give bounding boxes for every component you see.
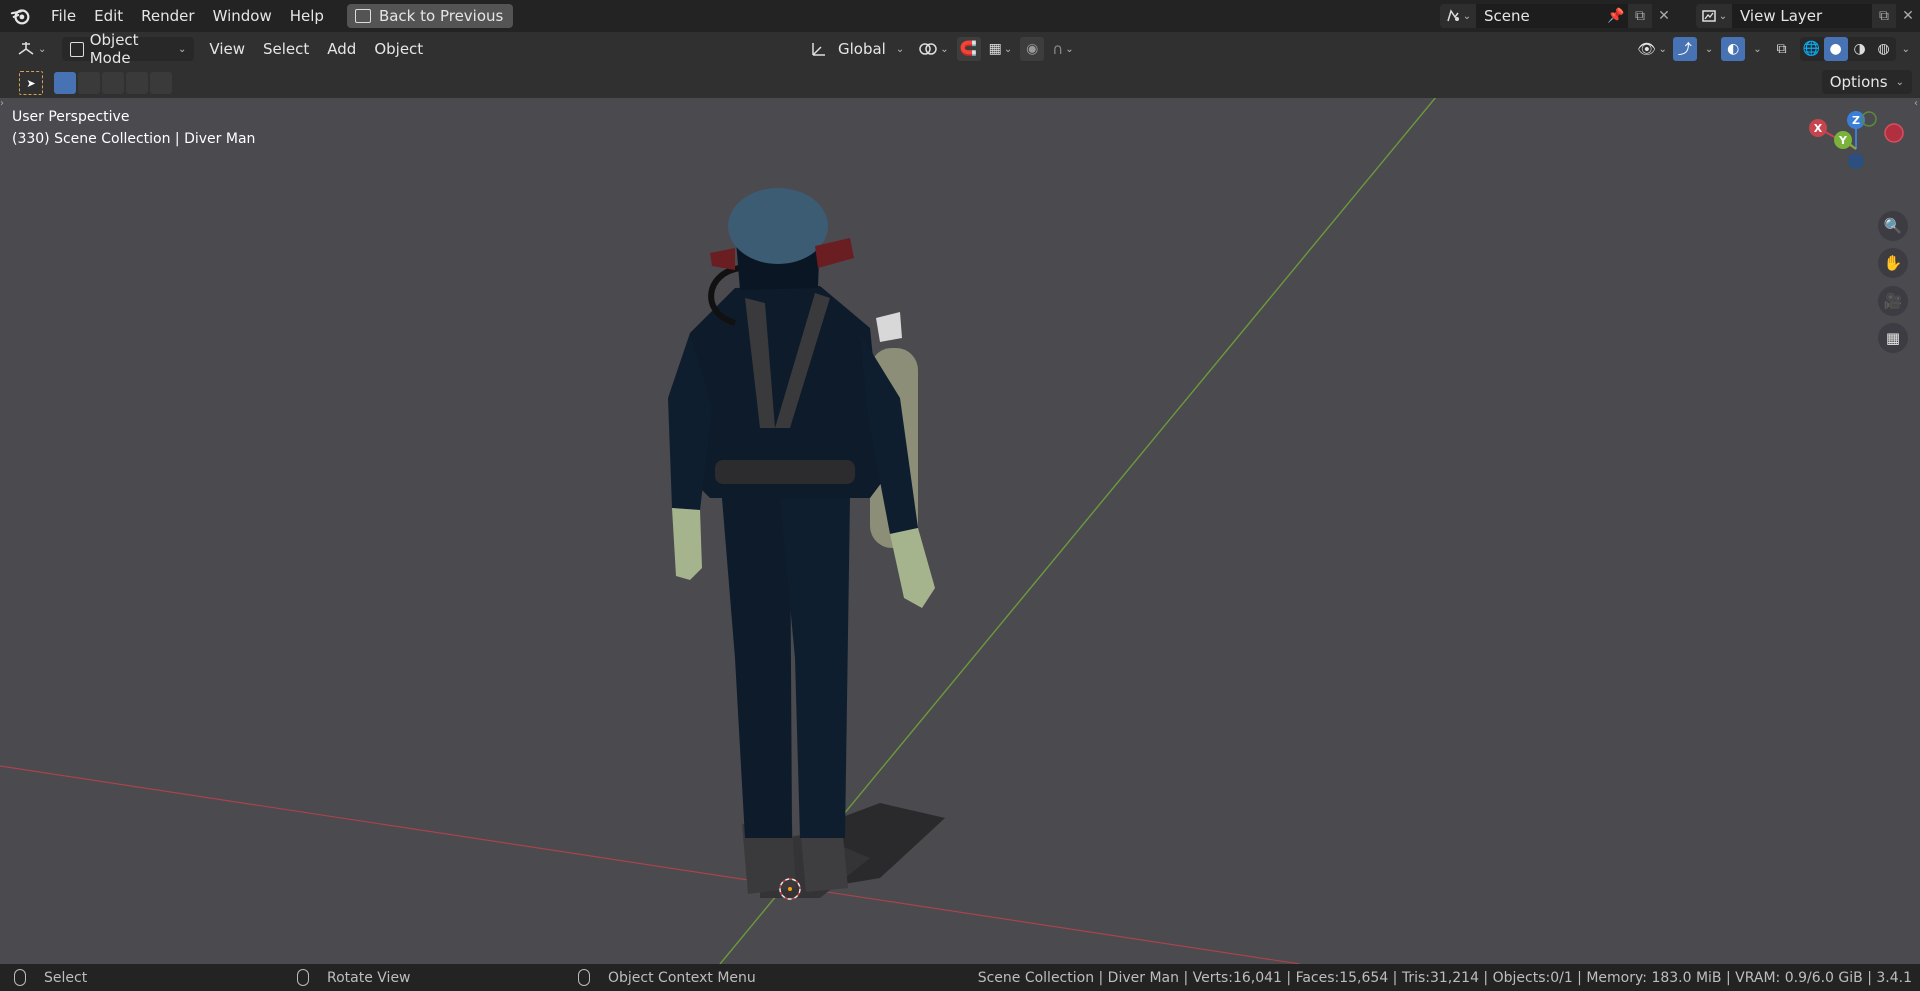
status-middle-action: Rotate View bbox=[297, 964, 411, 991]
mouse-left-icon bbox=[14, 969, 26, 986]
status-bar: Select Rotate View Object Context Menu S… bbox=[0, 964, 1920, 991]
3d-viewport[interactable]: Z X Y User Perspective (330) Scene Colle… bbox=[0, 98, 1920, 964]
x-axis-line bbox=[0, 765, 1301, 964]
select-mode-new-icon[interactable] bbox=[54, 72, 76, 94]
gizmo-neg-x-axis[interactable] bbox=[1884, 123, 1904, 143]
mode-dropdown[interactable]: Object Mode ⌄ bbox=[62, 31, 195, 67]
pan-hand-icon[interactable]: ✋ bbox=[1878, 248, 1908, 278]
scene-selector[interactable]: ⌄ Scene 📌 ⧉ ✕ bbox=[1440, 4, 1676, 28]
tool-settings-row: ➤ Options ⌄ bbox=[0, 66, 1920, 98]
menu-view[interactable]: View bbox=[200, 33, 254, 65]
menu-render[interactable]: Render bbox=[132, 0, 203, 32]
back-to-previous-button[interactable]: Back to Previous bbox=[346, 4, 514, 28]
status-left-label: Select bbox=[44, 969, 88, 986]
pivot-point-dropdown[interactable]: ⌄ bbox=[914, 37, 952, 61]
options-dropdown[interactable]: Options ⌄ bbox=[1821, 70, 1912, 94]
delete-scene-icon[interactable]: ✕ bbox=[1652, 4, 1676, 28]
status-middle-label: Rotate View bbox=[327, 969, 411, 986]
gizmo-neg-z-axis[interactable] bbox=[1848, 153, 1864, 169]
rendered-shading-icon[interactable]: ◍ bbox=[1872, 37, 1896, 61]
xray-toggle-icon[interactable]: ⧉ bbox=[1770, 37, 1794, 61]
scene-statistics: Scene Collection | Diver Man | Verts:16,… bbox=[977, 969, 1912, 986]
diver-man-model[interactable] bbox=[668, 188, 945, 898]
snap-target-dropdown[interactable]: ▦ ⌄ bbox=[985, 37, 1017, 61]
blender-logo-icon[interactable] bbox=[10, 5, 32, 27]
menu-file[interactable]: File bbox=[42, 0, 85, 32]
select-mode-intersect-icon[interactable] bbox=[150, 72, 172, 94]
proportional-edit-icon[interactable]: ◉ bbox=[1020, 37, 1045, 61]
pivot-icon bbox=[919, 43, 937, 55]
falloff-curve-icon: ∩ bbox=[1052, 40, 1064, 58]
menu-add[interactable]: Add bbox=[318, 33, 365, 65]
perspective-label: User Perspective bbox=[12, 109, 130, 125]
select-box-tool-icon[interactable]: ➤ bbox=[19, 71, 43, 95]
wireframe-shading-icon[interactable]: 🌐 bbox=[1800, 37, 1824, 61]
gizmo-x-label: X bbox=[1814, 122, 1823, 135]
sidebar-expand-icon[interactable]: ‹ bbox=[1914, 98, 1918, 109]
back-to-previous-label: Back to Previous bbox=[378, 7, 504, 25]
mouse-right-icon bbox=[578, 969, 590, 986]
mode-label: Object Mode bbox=[89, 31, 139, 67]
3d-viewport-icon bbox=[18, 42, 34, 55]
view-layer-name-field[interactable]: View Layer bbox=[1732, 4, 1872, 28]
editor-type-button[interactable]: ⌄ bbox=[8, 37, 54, 61]
new-view-layer-icon[interactable]: ⧉ bbox=[1872, 4, 1896, 28]
menu-edit[interactable]: Edit bbox=[85, 0, 132, 32]
orientation-icon bbox=[812, 43, 825, 56]
scene-name-field[interactable]: Scene bbox=[1476, 4, 1604, 28]
gizmo-z-label: Z bbox=[1852, 114, 1860, 127]
solid-shading-icon[interactable]: ● bbox=[1823, 37, 1848, 61]
object-mode-icon bbox=[70, 41, 84, 57]
menu-object[interactable]: Object bbox=[365, 33, 432, 65]
viewport-header: ⌄ Object Mode ⌄ View Select Add Object G… bbox=[0, 31, 1920, 67]
menu-window[interactable]: Window bbox=[204, 0, 281, 32]
select-mode-invert-icon[interactable] bbox=[126, 72, 148, 94]
pin-icon[interactable]: 📌 bbox=[1604, 4, 1628, 28]
status-right-label: Object Context Menu bbox=[608, 969, 756, 986]
overlays-toggle-icon[interactable]: ◐ bbox=[1721, 37, 1746, 61]
gizmo-toggle-icon[interactable]: ⤴ bbox=[1672, 37, 1697, 61]
camera-view-icon[interactable]: 🎥 bbox=[1878, 286, 1908, 316]
view-layer-icon[interactable]: ⌄ bbox=[1696, 4, 1732, 28]
menu-help[interactable]: Help bbox=[281, 0, 333, 32]
gizmo-dropdown[interactable]: ⌄ bbox=[1699, 44, 1719, 55]
top-bar: File Edit Render Window Help Back to Pre… bbox=[0, 0, 1920, 32]
visibility-dropdown[interactable]: 👁 ⌄ bbox=[1633, 37, 1670, 61]
toolbar-expand-icon[interactable]: › bbox=[0, 98, 4, 109]
menu-select[interactable]: Select bbox=[254, 33, 318, 65]
viewport-scene[interactable]: Z X Y bbox=[0, 98, 1920, 964]
shading-dropdown[interactable]: ⌄ bbox=[1898, 44, 1914, 55]
status-right-action: Object Context Menu bbox=[578, 964, 756, 991]
eye-icon: 👁 bbox=[1637, 40, 1657, 58]
options-label: Options bbox=[1829, 73, 1888, 91]
status-left-action: Select bbox=[14, 964, 87, 991]
overlays-dropdown[interactable]: ⌄ bbox=[1747, 44, 1767, 55]
view-layer-selector[interactable]: ⌄ View Layer ⧉ ✕ bbox=[1696, 4, 1920, 28]
collection-info-label: (330) Scene Collection | Diver Man bbox=[12, 131, 256, 147]
zoom-icon[interactable]: 🔍 bbox=[1878, 211, 1908, 241]
new-scene-icon[interactable]: ⧉ bbox=[1628, 4, 1652, 28]
scene-icon[interactable]: ⌄ bbox=[1440, 4, 1476, 28]
back-screen-icon bbox=[354, 9, 371, 23]
perspective-toggle-icon[interactable]: ▦ bbox=[1878, 323, 1908, 353]
orientation-label: Global bbox=[838, 40, 886, 58]
snap-grid-icon: ▦ bbox=[988, 41, 1002, 57]
falloff-dropdown[interactable]: ∩ ⌄ bbox=[1048, 37, 1077, 61]
delete-view-layer-icon[interactable]: ✕ bbox=[1896, 4, 1920, 28]
material-shading-icon[interactable]: ◑ bbox=[1848, 37, 1872, 61]
snap-toggle-icon[interactable]: 🧲 bbox=[956, 37, 981, 61]
gizmo-y-label: Y bbox=[1838, 134, 1848, 147]
select-mode-subtract-icon[interactable] bbox=[102, 72, 124, 94]
select-mode-extend-icon[interactable] bbox=[78, 72, 100, 94]
transform-orientation-dropdown[interactable]: Global ⌄ bbox=[804, 37, 910, 61]
mouse-middle-icon bbox=[297, 969, 309, 986]
